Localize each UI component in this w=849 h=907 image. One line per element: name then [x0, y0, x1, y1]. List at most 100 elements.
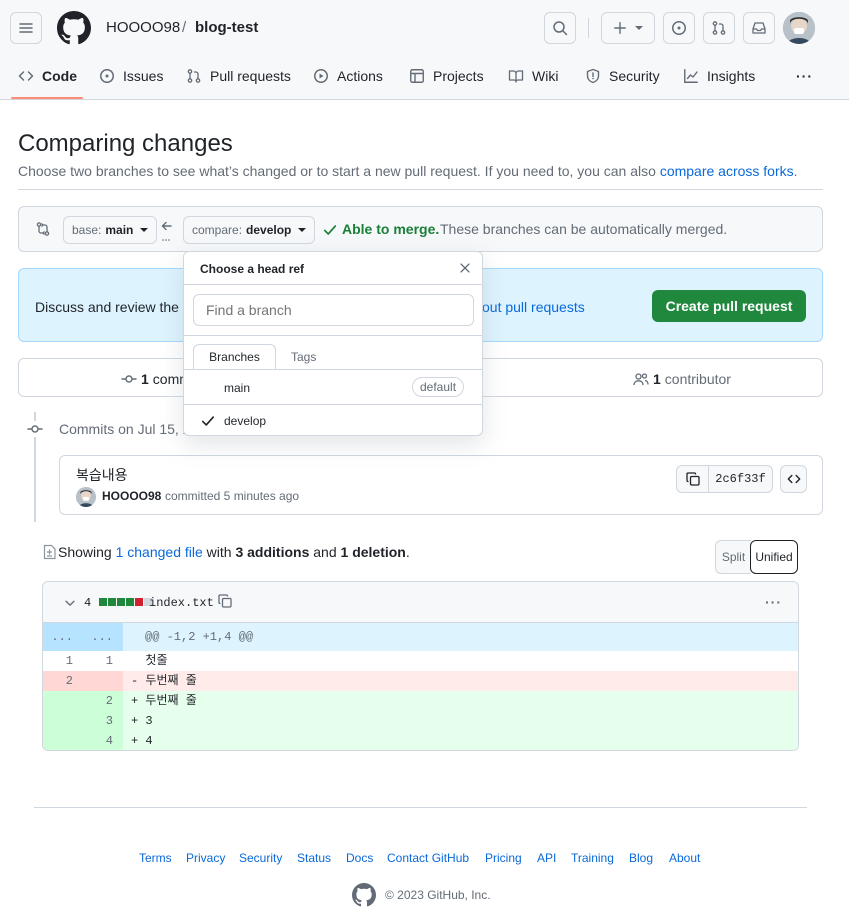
code-icon: [18, 71, 34, 81]
find-branch-input[interactable]: [193, 294, 474, 326]
more-tabs-button[interactable]: ···: [796, 64, 813, 88]
breadcrumb-repo[interactable]: blog-test: [195, 19, 258, 36]
github-logo-icon[interactable]: [352, 883, 376, 907]
avatar[interactable]: [76, 487, 96, 507]
diff-code: + 3: [131, 714, 153, 728]
range-editor: base: main compare: develop Able to merg…: [18, 206, 823, 252]
diff-summary: Showing 1 changed file with 3 additions …: [58, 544, 410, 560]
split-view-button[interactable]: Split: [715, 540, 751, 574]
copy-icon[interactable]: [217, 593, 233, 609]
shield-icon: [586, 68, 600, 84]
diff-summary-prefix: Showing: [58, 544, 116, 560]
diffstat-added-block: [108, 598, 116, 606]
footer-link-about[interactable]: About: [669, 851, 700, 865]
tab-code[interactable]: Code: [18, 64, 77, 88]
search-button[interactable]: [544, 12, 576, 44]
footer-link-blog[interactable]: Blog: [629, 851, 653, 865]
changed-files-link[interactable]: 1 changed file: [116, 544, 203, 560]
hunk-header-row: ... ... @@ -1,2 +1,4 @@: [43, 623, 798, 651]
branch-item-main[interactable]: main default: [184, 370, 482, 404]
commits-date-header: Commits on Jul 15, 2: [59, 421, 191, 437]
commit-time: committed 5 minutes ago: [165, 489, 300, 503]
arrow-left-icon: [160, 220, 174, 242]
commit-author[interactable]: HOOOO98: [102, 489, 161, 503]
caret-down-icon: [140, 228, 149, 232]
diff-summary-with: with: [202, 544, 236, 560]
diff-line-add: 4 + 4: [43, 731, 798, 750]
new-line-number[interactable]: 3: [73, 711, 113, 731]
base-branch-selector[interactable]: base: main: [63, 216, 158, 244]
tab-projects[interactable]: Projects: [409, 64, 484, 88]
tab-wiki-label: Wiki: [532, 68, 559, 84]
commit-icon: [121, 375, 137, 383]
inbox-button[interactable]: [743, 12, 775, 44]
tab-branches[interactable]: Branches: [193, 344, 276, 370]
file-diff-icon: [43, 544, 57, 560]
footer-link-security[interactable]: Security: [239, 851, 282, 865]
browse-repository-button[interactable]: [780, 465, 807, 493]
file-name-link[interactable]: index.txt: [149, 596, 214, 610]
tab-actions-label: Actions: [337, 68, 383, 84]
create-new-button[interactable]: [601, 12, 655, 44]
deletions-count: 1 deletion: [340, 544, 406, 560]
github-logo-icon[interactable]: [57, 11, 91, 45]
tab-wiki[interactable]: Wiki: [508, 64, 558, 88]
pull-requests-button[interactable]: [703, 12, 735, 44]
tab-tags[interactable]: Tags: [291, 350, 316, 364]
issues-button[interactable]: [663, 12, 695, 44]
merge-detail: These branches can be automatically merg…: [440, 221, 728, 237]
new-line-number[interactable]: 1: [73, 651, 113, 671]
footer-link-pricing[interactable]: Pricing: [485, 851, 522, 865]
footer-link-training[interactable]: Training: [571, 851, 614, 865]
user-avatar[interactable]: [783, 12, 815, 44]
copy-sha-button[interactable]: [676, 465, 709, 493]
footer-link-status[interactable]: Status: [297, 851, 331, 865]
diff-summary-end: .: [405, 544, 410, 560]
new-line-number[interactable]: 4: [73, 731, 113, 750]
book-icon: [508, 70, 524, 83]
hunk-expand-left[interactable]: ...: [43, 623, 73, 651]
compare-across-forks-link[interactable]: compare across forks: [660, 163, 794, 179]
contributors-label: contributor: [664, 371, 731, 387]
commit-sha-link[interactable]: 2c6f33f: [708, 465, 773, 493]
issue-icon: [672, 21, 686, 35]
hunk-expand-right[interactable]: ...: [83, 623, 113, 651]
learn-about-pull-requests-link[interactable]: out pull requests: [482, 299, 585, 315]
file-options-button[interactable]: ···: [765, 594, 782, 610]
hamburger-icon: [19, 23, 33, 33]
diffstat-added-block: [126, 598, 134, 606]
footer-link-contact[interactable]: Contact GitHub: [387, 851, 469, 865]
tab-security[interactable]: Security: [585, 64, 660, 88]
graph-icon: [684, 69, 698, 83]
footer-link-terms[interactable]: Terms: [139, 851, 172, 865]
diff-code: 첫줄: [131, 654, 168, 668]
close-icon[interactable]: [458, 261, 472, 275]
commits-count-link[interactable]: 1 comm: [121, 371, 191, 387]
tab-issues-label: Issues: [123, 68, 164, 84]
diffstat-deleted-block: [135, 598, 143, 606]
compare-arrows-icon: [35, 221, 51, 237]
tab-issues[interactable]: Issues: [99, 64, 163, 88]
footer-link-docs[interactable]: Docs: [346, 851, 373, 865]
new-line-number[interactable]: 2: [73, 691, 113, 711]
unified-view-button[interactable]: Unified: [750, 540, 798, 574]
hunk-header-text: @@ -1,2 +1,4 @@: [145, 630, 254, 644]
breadcrumb-owner[interactable]: HOOOO98: [106, 19, 180, 36]
commit-message[interactable]: 복습내용: [76, 465, 128, 485]
compare-branch-selector[interactable]: compare: develop: [183, 216, 316, 244]
tab-insights[interactable]: Insights: [683, 64, 755, 88]
branch-item-develop[interactable]: develop: [184, 405, 482, 436]
footer-link-privacy[interactable]: Privacy: [186, 851, 225, 865]
hamburger-menu-button[interactable]: [10, 12, 42, 44]
old-line-number[interactable]: 2: [43, 671, 73, 691]
footer-link-api[interactable]: API: [537, 851, 556, 865]
page-subtitle-text: Choose two branches to see what’s change…: [18, 163, 660, 179]
create-pull-request-button[interactable]: Create pull request: [652, 290, 806, 322]
chevron-down-icon[interactable]: [63, 596, 77, 610]
tab-actions[interactable]: Actions: [313, 64, 383, 88]
old-line-number[interactable]: 1: [43, 651, 73, 671]
tab-pull-requests[interactable]: Pull requests: [186, 64, 291, 88]
contributors-count-link[interactable]: 1 contributor: [633, 371, 731, 387]
diffstat-added-block: [99, 598, 107, 606]
inbox-icon: [752, 22, 766, 34]
